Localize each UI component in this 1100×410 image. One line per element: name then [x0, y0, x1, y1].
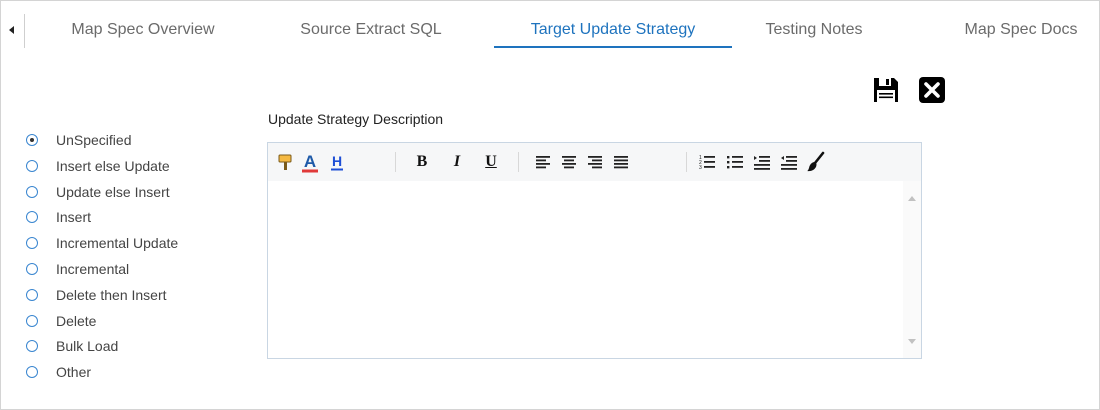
- radio-option-label: Delete then Insert: [56, 286, 167, 303]
- align-right-icon[interactable]: [586, 150, 604, 174]
- font-color-button[interactable]: A: [300, 150, 320, 174]
- radio-unchecked-icon[interactable]: [26, 314, 38, 327]
- clear-formatting-brush-icon[interactable]: [806, 150, 826, 174]
- radio-option-label: Incremental Update: [56, 235, 179, 252]
- save-icon[interactable]: [872, 76, 900, 104]
- outdent-icon[interactable]: [780, 150, 798, 174]
- rich-text-editor: A H B I U 1 2 3: [267, 142, 922, 359]
- font-color-letter: A: [304, 152, 316, 171]
- update-strategy-radio-group: UnSpecified Insert else Update Update el…: [26, 133, 216, 391]
- radio-unchecked-icon[interactable]: [26, 185, 38, 198]
- svg-text:3: 3: [699, 165, 702, 171]
- tab-testing-notes[interactable]: Testing Notes: [748, 0, 880, 48]
- radio-option-label: Other: [56, 364, 92, 381]
- highlight-letter: H: [332, 153, 342, 169]
- align-left-icon[interactable]: [534, 150, 552, 174]
- underline-button[interactable]: U: [482, 150, 500, 174]
- toolbar-divider: [395, 152, 396, 172]
- align-center-icon[interactable]: [560, 150, 578, 174]
- radio-option-label: Delete: [56, 312, 97, 329]
- ordered-list-icon[interactable]: 1 2 3: [698, 150, 716, 174]
- radio-option[interactable]: Other: [26, 365, 216, 391]
- radio-unchecked-icon[interactable]: [26, 366, 38, 379]
- radio-option[interactable]: Insert else Update: [26, 159, 216, 185]
- radio-option-label: Update else Insert: [56, 183, 170, 200]
- radio-option[interactable]: Delete then Insert: [26, 288, 216, 314]
- description-text-area[interactable]: [268, 181, 903, 358]
- toolbar-divider: [686, 152, 687, 172]
- scroll-up-arrow-icon[interactable]: [908, 196, 916, 201]
- radio-option-label: Insert: [56, 209, 92, 226]
- indent-icon[interactable]: [753, 150, 771, 174]
- unordered-list-icon[interactable]: [726, 150, 744, 174]
- radio-option[interactable]: Insert: [26, 210, 216, 236]
- bold-button[interactable]: B: [413, 150, 431, 174]
- radio-unchecked-icon[interactable]: [26, 288, 38, 301]
- radio-unchecked-icon[interactable]: [26, 211, 38, 224]
- caret-left-icon: [9, 26, 14, 34]
- radio-option-label: Incremental: [56, 260, 130, 277]
- radio-option-label: Bulk Load: [56, 338, 119, 355]
- tab-bar: Map Spec Overview Source Extract SQL Tar…: [0, 0, 1100, 48]
- radio-option[interactable]: UnSpecified: [26, 133, 216, 159]
- tab-source-extract-sql[interactable]: Source Extract SQL: [278, 0, 464, 48]
- editor-toolbar: A H B I U 1 2 3: [268, 143, 921, 182]
- radio-unchecked-icon[interactable]: [26, 340, 38, 353]
- editor-scrollbar[interactable]: [903, 181, 921, 358]
- radio-unchecked-icon[interactable]: [26, 237, 38, 250]
- radio-option[interactable]: Bulk Load: [26, 339, 216, 365]
- radio-unchecked-icon[interactable]: [26, 262, 38, 275]
- radio-option[interactable]: Incremental: [26, 262, 216, 288]
- radio-checked-icon[interactable]: [26, 134, 38, 146]
- tab-map-spec-docs[interactable]: Map Spec Docs: [935, 0, 1100, 48]
- radio-option[interactable]: Update else Insert: [26, 185, 216, 211]
- radio-option[interactable]: Delete: [26, 314, 216, 340]
- radio-option-label: Insert else Update: [56, 157, 170, 174]
- update-strategy-description-label: Update Strategy Description: [268, 111, 444, 127]
- format-painter-icon[interactable]: [276, 150, 294, 174]
- italic-button[interactable]: I: [448, 150, 466, 174]
- radio-unchecked-icon[interactable]: [26, 159, 38, 172]
- radio-option[interactable]: Incremental Update: [26, 236, 216, 262]
- toolbar-divider: [518, 152, 519, 172]
- tab-scroll-left-button[interactable]: [0, 14, 25, 48]
- close-icon[interactable]: [918, 76, 946, 104]
- align-justify-icon[interactable]: [612, 150, 630, 174]
- tab-map-spec-overview[interactable]: Map Spec Overview: [40, 0, 246, 48]
- scroll-down-arrow-icon[interactable]: [908, 339, 916, 344]
- radio-option-label: UnSpecified: [56, 132, 132, 148]
- tab-target-update-strategy[interactable]: Target Update Strategy: [494, 0, 732, 48]
- highlight-button[interactable]: H: [328, 150, 346, 174]
